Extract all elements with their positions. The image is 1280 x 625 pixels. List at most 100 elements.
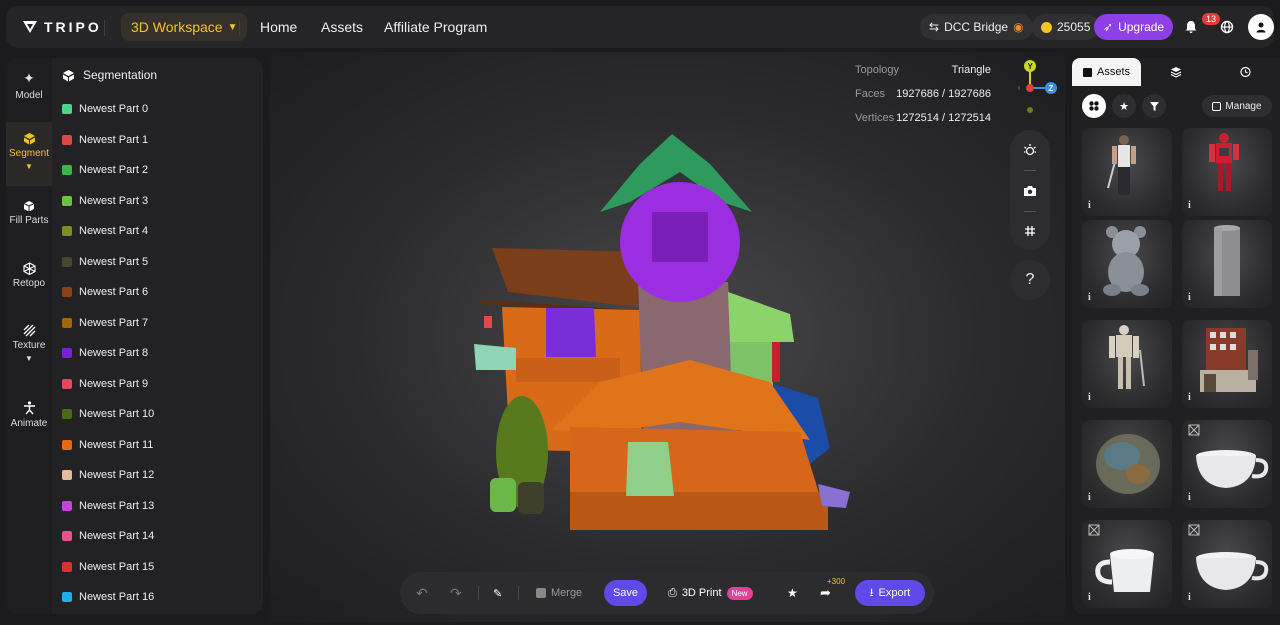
light-icon[interactable] [1023,143,1037,157]
segment-part-item[interactable]: Newest Part 7 [62,308,257,339]
segment-part-item[interactable]: Newest Part 11 [62,430,257,461]
tool-fill-parts[interactable]: Fill Parts [6,200,52,226]
info-icon[interactable]: i [1188,200,1191,211]
asset-card-building[interactable]: i [1182,320,1272,408]
blender-icon: ◉ [1013,20,1024,34]
tool-model[interactable]: ✦ Model [6,70,52,101]
mesh-stats: Topology Triangle Faces 1927686 / 192768… [855,58,991,130]
segment-part-item[interactable]: Newest Part 12 [62,460,257,491]
axis-gizmo[interactable]: Y Z [1016,58,1062,118]
merge-button[interactable]: Merge [536,572,582,614]
info-icon[interactable]: i [1088,592,1091,603]
tab-layers[interactable] [1141,58,1210,86]
part-label: Newest Part 15 [79,560,155,573]
nav-home[interactable]: Home [260,19,297,35]
redo-button[interactable]: ↷ [450,572,462,614]
segmented-house-model[interactable] [270,52,1065,622]
segment-part-item[interactable]: Newest Part 15 [62,552,257,583]
upgrade-button[interactable]: ➶ Upgrade [1094,14,1174,40]
segment-part-item[interactable]: Newest Part 9 [62,369,257,400]
asset-card-rock[interactable]: i [1082,420,1172,508]
upgrade-label: Upgrade [1118,20,1165,34]
credits-display[interactable]: 25055 [1032,14,1100,40]
segment-part-item[interactable]: Newest Part 5 [62,247,257,278]
figure-icon [23,401,35,415]
part-label: Newest Part 0 [79,103,149,116]
top-bar: TRIPO 3D Workspace ▼ Home Assets Affilia… [6,6,1274,48]
info-icon[interactable]: i [1188,392,1191,403]
part-color-swatch [62,409,72,420]
segment-part-item[interactable]: Newest Part 16 [62,582,257,613]
part-label: Newest Part 2 [79,164,149,177]
tool-label: Fill Parts [9,215,49,226]
nav-assets[interactable]: Assets [321,19,363,35]
filter-button[interactable] [1142,94,1166,118]
part-label: Newest Part 10 [79,408,155,421]
segment-part-item[interactable]: Newest Part 1 [62,125,257,156]
bell-icon [1185,21,1197,33]
asset-card-teddy-bear[interactable]: i [1082,220,1172,308]
info-icon[interactable]: i [1088,492,1091,503]
info-icon[interactable]: i [1088,392,1091,403]
merge-icon [536,588,546,598]
favorite-button[interactable]: ★ [787,572,798,614]
save-button[interactable]: Save [604,580,647,606]
brush-button[interactable]: ✎ [493,572,502,614]
segment-part-item[interactable]: Newest Part 10 [62,399,257,430]
help-button[interactable]: ? [1010,260,1050,300]
undo-button[interactable]: ↶ [416,572,428,614]
tool-retopo[interactable]: Retopo [6,262,52,289]
segment-part-item[interactable]: Newest Part 2 [62,155,257,186]
segment-part-item[interactable]: Newest Part 4 [62,216,257,247]
segment-part-item[interactable]: Newest Part 8 [62,338,257,369]
segment-part-item[interactable]: Newest Part 14 [62,521,257,552]
tool-animate[interactable]: Animate [6,401,52,429]
info-icon[interactable]: i [1088,200,1091,211]
rocket-icon: ➶ [1103,20,1114,34]
logo[interactable]: TRIPO [22,19,102,35]
asset-card-knight[interactable]: i [1082,320,1172,408]
info-icon[interactable]: i [1188,292,1191,303]
assets-panel: Assets ★ Manage i i i i i i i i i i [1072,58,1280,614]
segment-part-item[interactable]: Newest Part 6 [62,277,257,308]
asset-card-cup[interactable]: i [1182,420,1272,508]
tab-assets[interactable]: Assets [1072,58,1141,86]
notifications-button[interactable] [1178,14,1204,40]
tool-segment[interactable]: Segment ▼ [6,122,52,186]
workspace-dropdown[interactable]: 3D Workspace ▼ [121,13,248,41]
nav-affiliate-program[interactable]: Affiliate Program [384,19,487,35]
caret-down-icon: ▼ [25,354,33,363]
3d-viewport[interactable] [270,52,1065,622]
info-icon[interactable]: i [1188,592,1191,603]
view-tools [1010,130,1050,250]
grid-hash-icon[interactable] [1024,225,1036,237]
segment-part-item[interactable]: Newest Part 13 [62,491,257,522]
tab-history[interactable] [1210,58,1279,86]
asset-card-cup-2[interactable]: i [1182,520,1272,608]
asset-card-warrior[interactable]: i [1082,128,1172,216]
filter-all-button[interactable] [1082,94,1106,118]
manage-button[interactable]: Manage [1202,95,1272,117]
segment-part-item[interactable]: Newest Part 3 [62,186,257,217]
asset-card-robot[interactable]: i [1182,128,1272,216]
export-label: Export [878,587,911,599]
tool-label: Retopo [12,278,46,289]
faces-row: Faces 1927686 / 1927686 [855,82,991,106]
mesh-icon [22,262,36,275]
camera-icon[interactable] [1023,185,1037,197]
filter-favorites-button[interactable]: ★ [1112,94,1136,118]
info-icon[interactable]: i [1088,292,1091,303]
profile-avatar[interactable] [1248,14,1274,40]
info-icon[interactable]: i [1188,492,1191,503]
dcc-bridge-button[interactable]: ⇆ DCC Bridge ◉ [920,14,1033,40]
star-icon: ★ [787,586,798,600]
divider [239,20,240,36]
tool-texture[interactable]: Texture ▼ [6,324,52,363]
language-button[interactable] [1214,14,1240,40]
panel-title: Segmentation [83,68,158,82]
asset-card-cylinder[interactable]: i [1182,220,1272,308]
3d-print-button[interactable]: ⎙ 3D Print New [668,572,753,614]
export-button[interactable]: ⭳ Export [855,580,925,606]
asset-card-mug[interactable]: i [1082,520,1172,608]
segment-part-item[interactable]: Newest Part 0 [62,94,257,125]
